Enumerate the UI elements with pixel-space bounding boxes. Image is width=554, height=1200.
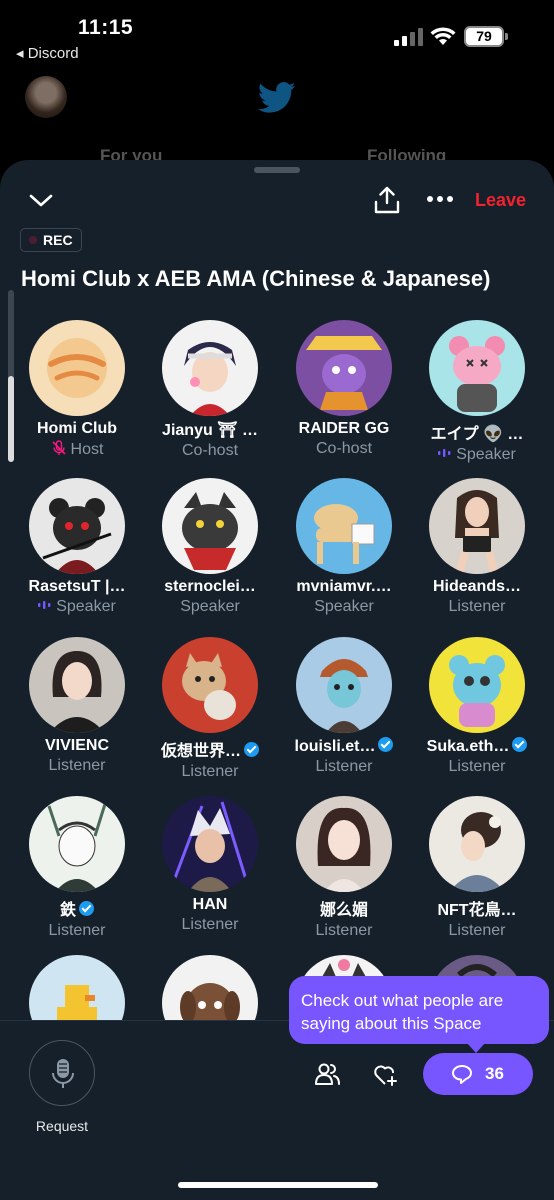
more-options-icon[interactable]	[426, 194, 454, 204]
participant-name: Suka.eth…	[410, 737, 544, 756]
request-label[interactable]: Request	[0, 1118, 124, 1134]
participant-role: Listener	[48, 922, 106, 939]
participant-name: エイプ 👽 …	[430, 426, 524, 443]
participant-role: Listener	[448, 922, 506, 939]
participant-role: Co-host	[315, 440, 373, 457]
back-to-discord-link[interactable]: ◂ Discord	[16, 44, 79, 62]
participant-name: mvniamvr.…	[296, 578, 392, 595]
collapse-chevron-icon[interactable]	[28, 190, 54, 210]
status-bar: 11:15 ◂ Discord 79	[0, 0, 554, 70]
participant-card[interactable]: エイプ 👽 … Speaker	[410, 320, 544, 464]
participant-card[interactable]: 鉄 Listener	[10, 796, 144, 940]
avatar	[429, 637, 525, 733]
speaking-bars-icon	[38, 601, 51, 609]
verified-badge-icon	[512, 737, 528, 752]
status-time: 11:15	[78, 16, 134, 39]
cellular-signal-icon	[394, 28, 423, 46]
participant-card[interactable]: RasetsuT |… Speaker	[10, 478, 144, 616]
avatar	[429, 478, 525, 574]
participant-name: Hideands…	[432, 578, 521, 595]
comments-count: 36	[485, 1064, 504, 1083]
participant-role: Listener	[448, 758, 506, 775]
wifi-icon	[430, 27, 456, 45]
participant-card[interactable]: NFT花鳥… Listener	[410, 796, 544, 940]
participant-role: Listener	[315, 758, 373, 775]
participant-role: Host	[10, 440, 144, 459]
participant-card[interactable]: Hideands… Listener	[410, 478, 544, 616]
avatar	[29, 637, 125, 733]
recording-badge: REC	[20, 228, 82, 252]
participant-name: Jianyu ⛩ …	[162, 422, 258, 439]
twitter-bird-icon	[258, 82, 296, 113]
participant-name: 仮想世界…	[143, 737, 277, 761]
participant-name: NFT花鳥…	[437, 902, 517, 919]
participant-name: HAN	[192, 896, 228, 913]
avatar	[29, 796, 125, 892]
space-title: Homi Club x AEB AMA (Chinese & Japanese)	[21, 266, 491, 291]
participant-role: Speaker	[10, 598, 144, 616]
avatar	[162, 637, 258, 733]
sheet-grabber[interactable]	[254, 167, 300, 173]
participant-role: Speaker	[180, 598, 240, 615]
avatar	[429, 796, 525, 892]
participant-card[interactable]: Suka.eth… Listener	[410, 637, 544, 776]
leave-button[interactable]: Leave	[475, 190, 526, 211]
participant-role: Co-host	[181, 442, 239, 459]
participant-role: Speaker	[410, 446, 544, 464]
participant-name: sternoclei…	[164, 578, 256, 595]
avatar	[162, 478, 258, 574]
participant-name: 鉄	[10, 896, 144, 920]
battery-indicator: 79	[464, 26, 508, 47]
microphone-icon	[52, 1059, 74, 1088]
request-mic-button[interactable]	[29, 1040, 95, 1106]
comments-tooltip[interactable]: Check out what people are saying about t…	[289, 976, 549, 1053]
participant-role: Speaker	[314, 598, 374, 615]
participant-name: VIVIENC	[44, 737, 109, 754]
participant-card[interactable]: mvniamvr.… Speaker	[277, 478, 411, 616]
avatar	[296, 796, 392, 892]
avatar	[296, 320, 392, 416]
avatar	[296, 478, 392, 574]
share-icon[interactable]	[374, 186, 400, 214]
people-icon[interactable]	[314, 1062, 340, 1086]
participant-role: Listener	[315, 922, 373, 939]
speaking-bars-icon	[438, 449, 451, 457]
verified-badge-icon	[378, 737, 394, 752]
participant-name: RAIDER GG	[298, 420, 390, 437]
space-sheet: Leave REC Homi Club x AEB AMA (Chinese &…	[0, 160, 554, 1200]
participant-card[interactable]: 娜么媚 Listener	[277, 796, 411, 940]
verified-badge-icon	[79, 901, 94, 916]
participant-card[interactable]: VIVIENC Listener	[10, 637, 144, 775]
add-reaction-heart-icon[interactable]	[373, 1063, 399, 1087]
avatar	[29, 320, 125, 416]
avatar	[162, 796, 258, 892]
home-indicator[interactable]	[178, 1182, 378, 1188]
participant-card[interactable]: 仮想世界… Listener	[143, 637, 277, 781]
avatar	[29, 478, 125, 574]
participant-name: RasetsuT |…	[28, 578, 126, 595]
comment-bubble-icon	[452, 1065, 472, 1084]
participant-card[interactable]: HAN Listener	[143, 796, 277, 934]
comments-button[interactable]: 36	[423, 1053, 533, 1095]
avatar	[162, 320, 258, 416]
participant-card[interactable]: sternoclei… Speaker	[143, 478, 277, 616]
avatar	[25, 76, 67, 118]
verified-badge-icon	[244, 742, 259, 757]
participant-card[interactable]: louisli.et… Listener	[277, 637, 411, 776]
participant-card[interactable]: RAIDER GG Co-host	[277, 320, 411, 458]
participant-role: Listener	[448, 598, 506, 615]
mic-muted-icon	[51, 440, 66, 455]
background-app: For you Following	[0, 70, 554, 170]
participant-role: Listener	[48, 757, 106, 774]
participant-role: Listener	[181, 763, 239, 780]
participant-card[interactable]: Jianyu ⛩ … Co-host	[143, 320, 277, 460]
participant-name: louisli.et…	[277, 737, 411, 756]
avatar	[296, 637, 392, 733]
avatar	[429, 320, 525, 416]
participant-name: Homi Club	[37, 420, 117, 437]
participant-card[interactable]: Homi Club Host	[10, 320, 144, 459]
participant-role: Listener	[181, 916, 239, 933]
participant-name: 娜么媚	[319, 902, 368, 919]
